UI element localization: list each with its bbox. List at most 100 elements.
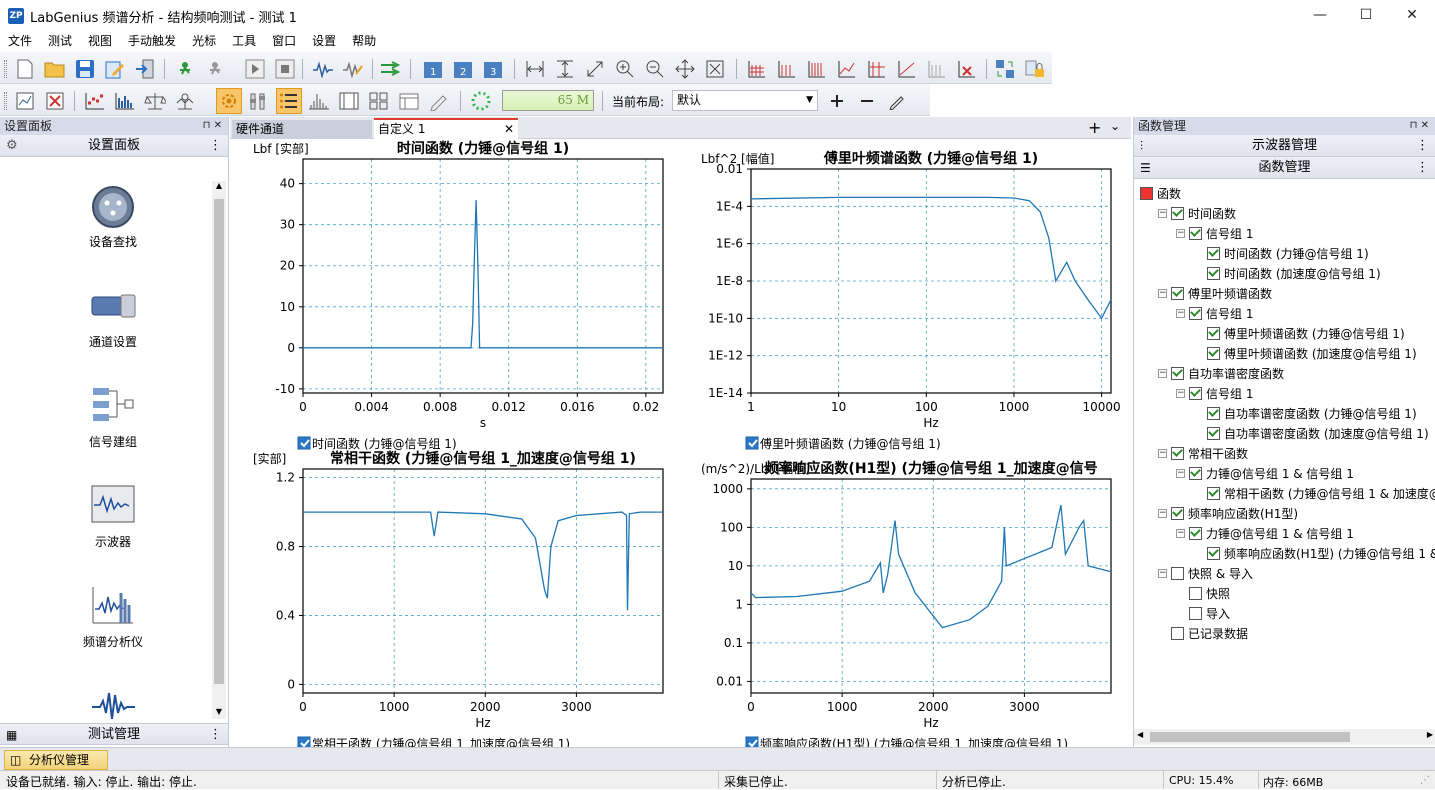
tree-node[interactable]: 自功率谱密度函数 (加速度@信号组 1) (1194, 423, 1429, 443)
maximize-button[interactable]: ☐ (1343, 0, 1389, 31)
tab-custom-1[interactable]: 自定义 1 ✕ (374, 118, 518, 139)
tree-checkbox[interactable] (1171, 286, 1184, 300)
close-tab-icon[interactable]: ✕ (504, 120, 514, 139)
tree-checkbox[interactable] (1140, 186, 1153, 200)
tree-node[interactable]: 已记录数据 (1158, 623, 1248, 643)
scroll-thumb[interactable] (1150, 732, 1350, 742)
grid-chart-4-icon[interactable] (836, 58, 858, 80)
tree-checkbox[interactable] (1207, 346, 1220, 360)
cursor-cross-icon[interactable] (866, 58, 888, 80)
rename-layout-icon[interactable] (886, 90, 908, 112)
toolbar-grip[interactable] (4, 92, 7, 110)
edit-icon[interactable] (104, 58, 126, 80)
tree-node[interactable]: 傅里叶频谱函数 (力锤@信号组 1) (1194, 323, 1405, 343)
play-icon[interactable] (244, 58, 266, 80)
tile-device-search[interactable]: 设备查找 (48, 181, 178, 261)
trend-chart-icon[interactable] (896, 58, 918, 80)
tree-checkbox[interactable] (1207, 546, 1220, 560)
zoom-xy-icon[interactable] (584, 58, 606, 80)
tree-checkbox[interactable] (1207, 406, 1220, 420)
stop-run-icon[interactable] (204, 58, 226, 80)
tree-node[interactable]: 自功率谱密度函数 (力锤@信号组 1) (1194, 403, 1417, 423)
waveform-edit-icon[interactable] (342, 58, 364, 80)
save-icon[interactable] (74, 58, 96, 80)
scroll-thumb[interactable] (214, 199, 224, 684)
tree-checkbox[interactable] (1207, 486, 1220, 500)
layout-3-icon[interactable]: 3 (482, 58, 504, 80)
tree-checkbox[interactable] (1189, 306, 1202, 320)
grid-chart-1-icon[interactable] (746, 58, 768, 80)
add-layout-icon[interactable] (826, 90, 848, 112)
collapse-icon[interactable]: − (1176, 468, 1185, 478)
zoom-y-icon[interactable] (554, 58, 576, 80)
tree-node[interactable]: 频率响应函数(H1型) (力锤@信号组 1 & 加 (1194, 543, 1435, 563)
waveform-icon[interactable] (312, 58, 334, 80)
stop-icon[interactable] (274, 58, 296, 80)
more-icon[interactable]: ⋮ (1416, 157, 1429, 179)
spectrum-chart-icon[interactable] (114, 90, 136, 112)
tree-node[interactable]: − 信号组 1 (1176, 223, 1253, 243)
balance-icon[interactable] (144, 90, 166, 112)
new-file-icon[interactable] (14, 58, 36, 80)
layout-1-icon[interactable]: 1 (422, 58, 444, 80)
close-button[interactable]: ✕ (1389, 0, 1435, 31)
pin-icon[interactable]: ⊓ ✕ (203, 117, 222, 135)
scroll-right-icon[interactable]: ▶ (1427, 730, 1433, 739)
tree-checkbox[interactable] (1171, 366, 1184, 380)
arrows-right-icon[interactable] (380, 58, 402, 80)
tree-node[interactable]: − 傅里叶频谱函数 (1158, 283, 1272, 303)
collapse-icon[interactable]: − (1158, 568, 1167, 578)
scroll-left-icon[interactable]: ◀ (1137, 730, 1143, 739)
collapse-icon[interactable]: − (1176, 308, 1185, 318)
tree-checkbox[interactable] (1171, 446, 1184, 460)
tile-channel-settings[interactable]: 通道设置 (48, 281, 178, 361)
tile-signal-grouping[interactable]: 信号建组 (48, 381, 178, 461)
tree-node[interactable]: − 频率响应函数(H1型) (1158, 503, 1298, 523)
tree-checkbox[interactable] (1189, 466, 1202, 480)
tree-node[interactable]: 导入 (1176, 603, 1230, 623)
scroll-down-icon[interactable]: ▼ (212, 707, 226, 719)
bar-chart-icon[interactable] (84, 90, 106, 112)
tree-checkbox[interactable] (1189, 226, 1202, 240)
zoom-x-icon[interactable] (524, 58, 546, 80)
tree-node[interactable]: 时间函数 (力锤@信号组 1) (1194, 243, 1369, 263)
tree-node[interactable]: − 自功率谱密度函数 (1158, 363, 1284, 383)
grid-layout-icon[interactable] (368, 90, 390, 112)
tree-node[interactable]: − 力锤@信号组 1 & 信号组 1 (1176, 463, 1354, 483)
layout-select[interactable]: 默认 ▼ (672, 90, 818, 111)
menu-manual-trigger[interactable]: 手动触发 (120, 31, 184, 51)
tree-node[interactable]: 函数 (1140, 183, 1181, 203)
tab-analyzer-management[interactable]: ◫ 分析仪管理 (4, 750, 108, 770)
more-icon[interactable]: ⋮ (1416, 135, 1429, 157)
minimize-button[interactable]: — (1297, 0, 1343, 31)
tree-checkbox[interactable] (1207, 246, 1220, 260)
tree-node[interactable]: − 信号组 1 (1176, 303, 1253, 323)
tree-node[interactable]: − 快照 & 导入 (1158, 563, 1253, 583)
grid-chart-5-icon[interactable] (926, 58, 948, 80)
pin-icon[interactable]: ⊓ ✕ (1410, 117, 1429, 135)
tree-checkbox[interactable] (1189, 586, 1202, 600)
collapse-icon[interactable]: − (1158, 288, 1167, 298)
chart-settings-icon[interactable] (14, 90, 36, 112)
tree-node[interactable]: − 信号组 1 (1176, 383, 1253, 403)
grid-chart-3-icon[interactable] (806, 58, 828, 80)
menu-test[interactable]: 测试 (40, 31, 80, 51)
open-folder-icon[interactable] (44, 58, 66, 80)
grid-chart-2-icon[interactable] (776, 58, 798, 80)
tree-node[interactable]: 快照 (1176, 583, 1230, 603)
layout-2-icon[interactable]: 2 (452, 58, 474, 80)
tree-checkbox[interactable] (1189, 606, 1202, 620)
collapse-icon[interactable]: − (1158, 368, 1167, 378)
table-icon[interactable] (398, 90, 420, 112)
menu-help[interactable]: 帮助 (344, 31, 384, 51)
collapse-icon[interactable]: − (1176, 228, 1185, 238)
tile-scrollbar[interactable]: ▲ ▼ (212, 181, 226, 719)
delete-chart-icon[interactable] (956, 58, 978, 80)
lock-icon[interactable] (1024, 58, 1046, 80)
oscilloscope-management-header[interactable]: ⫶ 示波器管理 ⋮ (1134, 135, 1435, 157)
zoom-out-icon[interactable] (644, 58, 666, 80)
scale-icon[interactable] (174, 90, 196, 112)
resize-grip-icon[interactable]: ⋰ (1420, 775, 1430, 786)
collapse-icon[interactable]: − (1158, 208, 1167, 218)
peak-icon[interactable] (308, 90, 330, 112)
